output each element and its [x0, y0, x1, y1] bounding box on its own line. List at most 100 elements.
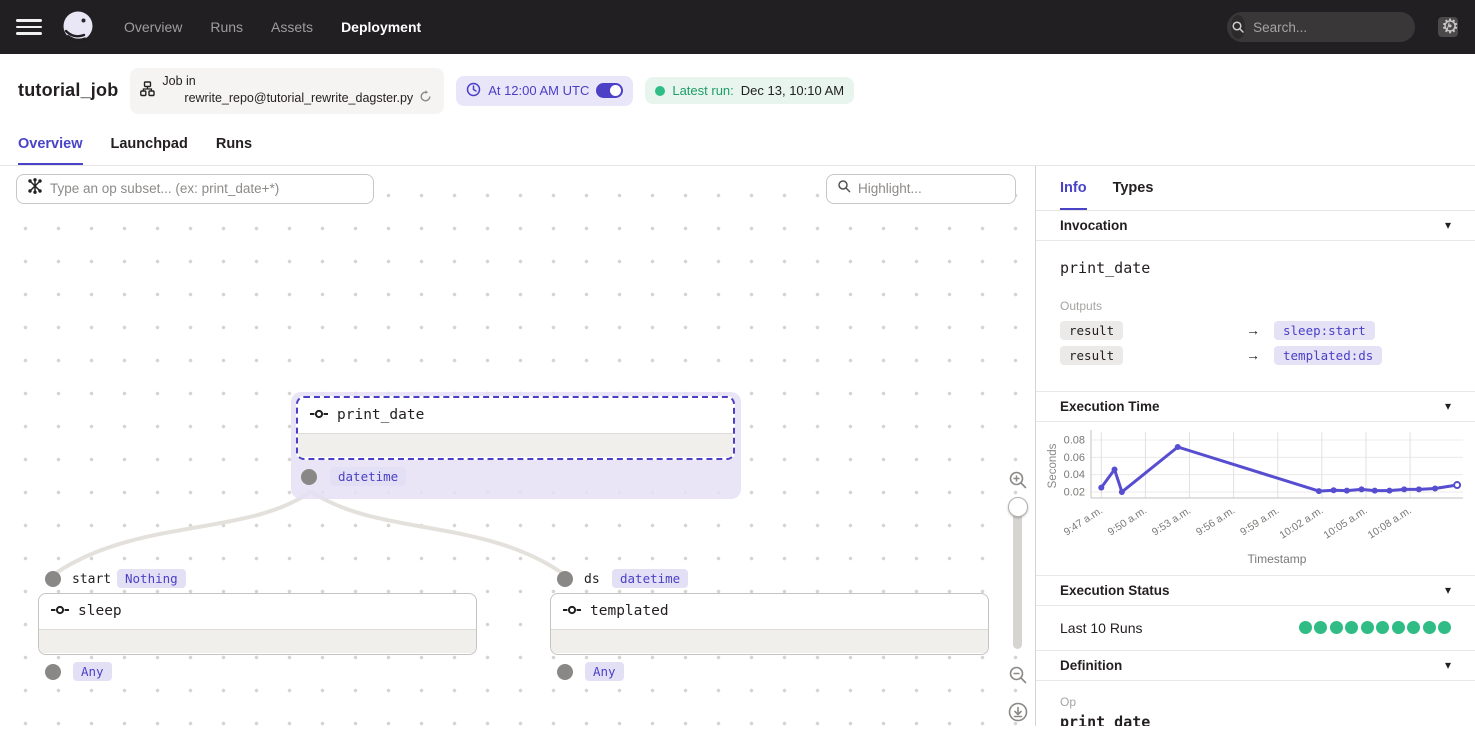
op-selector-icon [27, 178, 43, 199]
run-dot[interactable] [1330, 621, 1343, 634]
op-node-sleep[interactable]: sleep [38, 593, 477, 655]
op-node-band [551, 629, 988, 653]
input-type-pill[interactable]: datetime [612, 569, 688, 588]
zoom-slider-knob[interactable] [1008, 497, 1028, 517]
run-dot[interactable] [1376, 621, 1389, 634]
svg-text:9:47 a.m.: 9:47 a.m. [1062, 504, 1105, 538]
schedule-toggle[interactable] [596, 83, 623, 98]
op-node-band [39, 629, 476, 653]
op-icon [51, 603, 69, 619]
global-search[interactable]: / [1227, 12, 1415, 42]
menu-icon[interactable] [16, 17, 42, 37]
svg-text:10:02 a.m.: 10:02 a.m. [1277, 504, 1325, 541]
job-location-pill[interactable]: Job in rewrite_repo@tutorial_rewrite_dag… [130, 68, 444, 114]
run-dot[interactable] [1361, 621, 1374, 634]
chevron-down-icon[interactable]: ▾ [1445, 658, 1451, 672]
svg-text:9:50 a.m.: 9:50 a.m. [1106, 504, 1149, 538]
zoom-in-icon[interactable] [1008, 470, 1028, 495]
nav-link-overview[interactable]: Overview [124, 19, 182, 35]
svg-text:Timestamp: Timestamp [1248, 552, 1307, 566]
input-name: ds [584, 572, 600, 587]
output-type-pill[interactable]: Any [585, 662, 624, 681]
section-execution-time: Execution Time ▾ 0.020.040.060.089:47 a.… [1036, 391, 1475, 575]
run-dot[interactable] [1392, 621, 1405, 634]
op-node-templated[interactable]: templated [550, 593, 989, 655]
output-row: result → templated:ds [1060, 346, 1451, 365]
op-graph-canvas[interactable]: print_date datetime start Nothing sleep … [0, 166, 1035, 726]
svg-text:0.06: 0.06 [1064, 452, 1085, 464]
dagster-logo[interactable] [60, 9, 96, 45]
nav-link-deployment[interactable]: Deployment [341, 19, 421, 35]
tab-launchpad[interactable]: Launchpad [111, 136, 188, 165]
tab-runs[interactable]: Runs [216, 136, 252, 165]
output-port [45, 664, 61, 680]
section-title: Definition [1060, 658, 1122, 673]
section-header-execution-time[interactable]: Execution Time ▾ [1036, 392, 1475, 422]
section-definition: Definition ▾ Op print_date [1036, 650, 1475, 726]
invocation-op-name: print_date [1060, 259, 1451, 277]
output-target-pill[interactable]: templated:ds [1274, 346, 1382, 365]
svg-text:9:59 a.m.: 9:59 a.m. [1238, 504, 1281, 538]
nav-links: Overview Runs Assets Deployment [124, 19, 421, 35]
panel-tab-types[interactable]: Types [1113, 180, 1154, 210]
run-dot[interactable] [1407, 621, 1420, 634]
run-dot[interactable] [1345, 621, 1358, 634]
chevron-down-icon[interactable]: ▾ [1445, 583, 1451, 597]
last-runs-dots [1299, 621, 1452, 634]
definition-op-name: print_date [1060, 713, 1451, 726]
output-name-pill: result [1060, 321, 1123, 340]
output-port [557, 664, 573, 680]
svg-text:0.08: 0.08 [1064, 434, 1085, 446]
op-subset-input[interactable] [50, 181, 363, 196]
nav-link-assets[interactable]: Assets [271, 19, 313, 35]
outputs-label: Outputs [1060, 299, 1451, 313]
gear-icon[interactable]: ⚙ [1441, 17, 1459, 37]
section-invocation: Invocation ▾ print_date Outputs result →… [1036, 211, 1475, 391]
job-pill-prefix: Job in [162, 74, 195, 88]
svg-text:0.02: 0.02 [1064, 486, 1085, 498]
svg-text:9:53 a.m.: 9:53 a.m. [1150, 504, 1193, 538]
input-port [45, 571, 61, 587]
svg-text:Seconds: Seconds [1047, 443, 1059, 488]
section-header-invocation[interactable]: Invocation ▾ [1036, 211, 1475, 241]
page-header: tutorial_job Job in rewrite_repo@tutoria… [0, 54, 1475, 124]
search-icon [1231, 15, 1245, 39]
job-pill-location: rewrite_repo@tutorial_rewrite_dagster.py [184, 90, 413, 107]
schedule-label: At 12:00 AM UTC [488, 83, 589, 98]
op-subset-filter[interactable] [16, 174, 374, 204]
run-dot[interactable] [1299, 621, 1312, 634]
op-node-print-date[interactable]: print_date [296, 396, 735, 460]
run-dot[interactable] [1314, 621, 1327, 634]
run-dot[interactable] [1423, 621, 1436, 634]
op-icon [310, 407, 328, 423]
chevron-down-icon[interactable]: ▾ [1445, 218, 1451, 232]
panel-tab-info[interactable]: Info [1060, 180, 1087, 210]
highlight-filter[interactable] [826, 174, 1016, 204]
page-title: tutorial_job [18, 80, 118, 101]
output-type-pill[interactable]: Any [73, 662, 112, 681]
op-node-name: sleep [78, 603, 122, 619]
zoom-slider-track[interactable] [1013, 501, 1022, 649]
section-header-execution-status[interactable]: Execution Status ▾ [1036, 576, 1475, 606]
section-header-definition[interactable]: Definition ▾ [1036, 651, 1475, 681]
search-input[interactable] [1253, 20, 1430, 35]
section-execution-status: Execution Status ▾ Last 10 Runs [1036, 575, 1475, 650]
output-target-pill[interactable]: sleep:start [1274, 321, 1375, 340]
schedule-pill[interactable]: At 12:00 AM UTC [456, 76, 633, 106]
input-port [557, 571, 573, 587]
run-status-dot-icon [655, 86, 665, 96]
run-dot[interactable] [1438, 621, 1451, 634]
nav-link-runs[interactable]: Runs [210, 19, 243, 35]
chevron-down-icon[interactable]: ▾ [1445, 399, 1451, 413]
execution-time-chart: 0.020.040.060.089:47 a.m.9:50 a.m.9:53 a… [1036, 422, 1475, 575]
output-type-pill[interactable]: datetime [330, 467, 406, 486]
top-nav: Overview Runs Assets Deployment / ⚙ [0, 0, 1475, 54]
tab-overview[interactable]: Overview [18, 136, 83, 165]
latest-run-pill[interactable]: Latest run: Dec 13, 10:10 AM [645, 77, 854, 104]
zoom-out-icon[interactable] [1008, 665, 1028, 690]
highlight-input[interactable] [858, 181, 1035, 196]
reload-icon[interactable] [419, 90, 432, 108]
download-graph-icon[interactable] [1008, 702, 1028, 726]
input-type-pill[interactable]: Nothing [117, 569, 186, 588]
svg-text:10:08 a.m.: 10:08 a.m. [1366, 504, 1414, 541]
